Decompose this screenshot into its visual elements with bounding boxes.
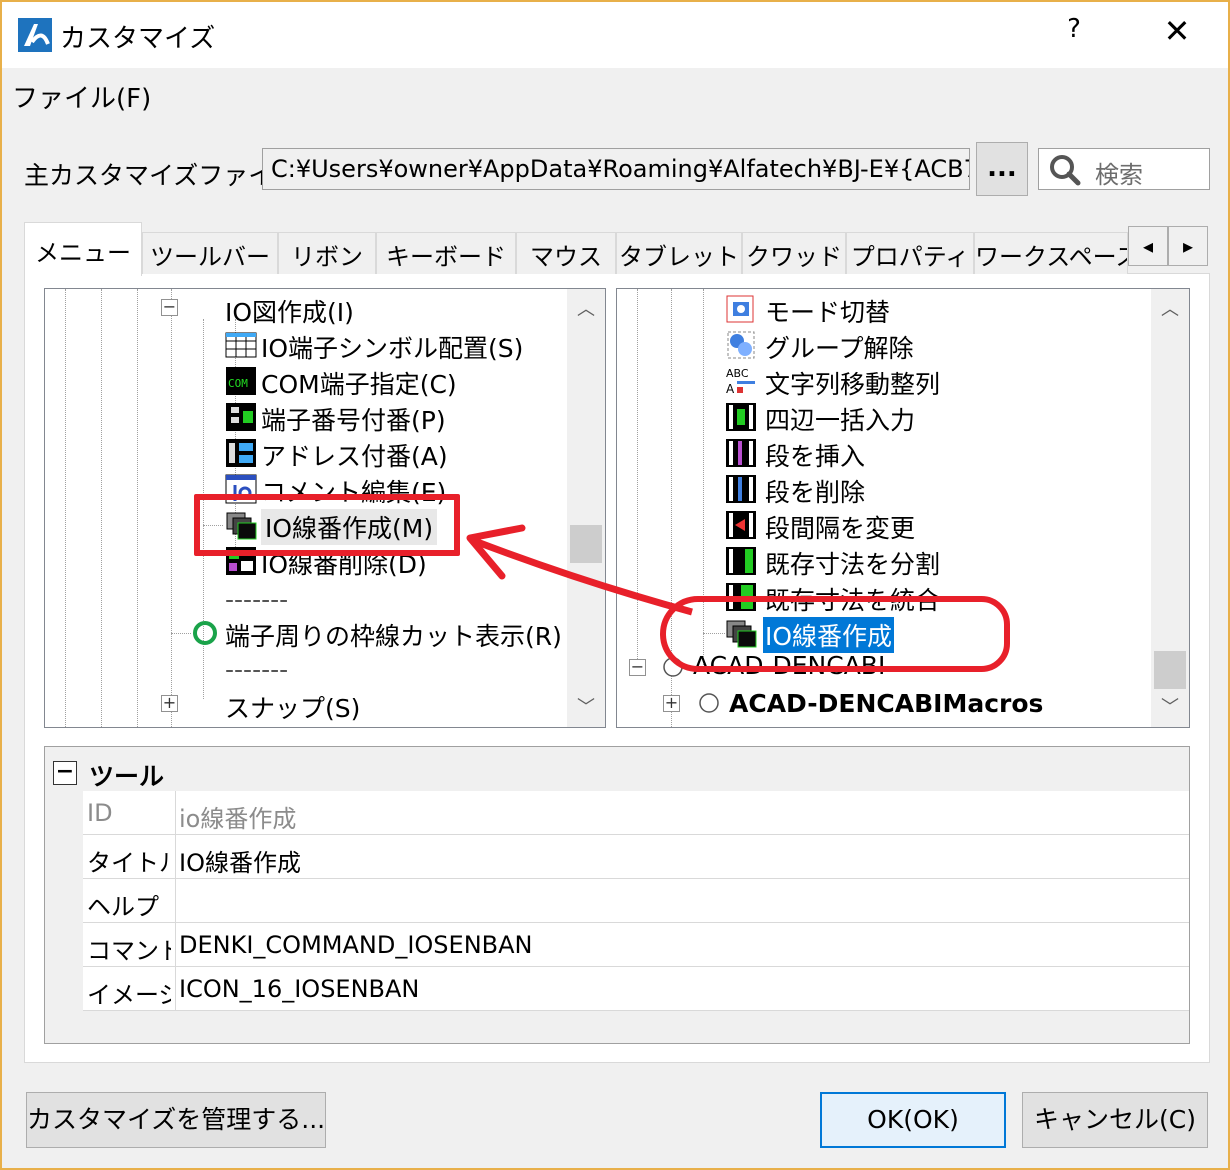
search-input[interactable]: 検索 <box>1038 148 1210 190</box>
property-name: イメージ <box>87 981 171 1009</box>
tab-strip: メニュー ツールバー リボン キーボード マウス タブレット クワッド プロパテ… <box>24 222 1210 276</box>
property-name: コマンド <box>87 937 171 965</box>
tab-tablet[interactable]: タブレット <box>616 232 742 274</box>
main-file-path-field[interactable]: C:¥Users¥owner¥AppData¥Roaming¥Alfatech¥… <box>262 148 970 190</box>
command-delete-row[interactable]: 段を削除 <box>765 473 865 509</box>
radio-icon <box>697 691 721 715</box>
ok-button[interactable]: OK(OK) <box>820 1092 1006 1148</box>
property-row-title[interactable]: タイトル IO線番作成 <box>83 835 1189 879</box>
help-button[interactable]: ? <box>1056 14 1092 54</box>
tree-item-terminal-numbering[interactable]: 端子番号付番(P) <box>261 401 446 437</box>
property-value: io線番作成 <box>179 805 297 833</box>
scroll-up-icon[interactable]: ︿ <box>567 291 605 329</box>
tree-item-snap[interactable]: スナップ(S) <box>225 689 360 725</box>
tab-toolbar[interactable]: ツールバー <box>142 232 278 274</box>
property-value[interactable]: DENKI_COMMAND_IOSENBAN <box>179 931 532 959</box>
properties-section-title: ツール <box>89 762 165 791</box>
four-side-input-icon <box>725 401 757 433</box>
tree-item-acad-dencabi-macros[interactable]: ACAD-DENCABIMacros <box>729 689 1043 718</box>
tab-menu[interactable]: メニュー <box>24 222 142 276</box>
title-bar: カスタマイズ ? ✕ <box>2 2 1228 68</box>
search-placeholder: 検索 <box>1095 161 1143 189</box>
app-logo-icon <box>18 18 52 52</box>
insert-row-icon <box>725 437 757 469</box>
command-row-spacing[interactable]: 段間隔を変更 <box>765 509 915 545</box>
tree-item-address-numbering[interactable]: アドレス付番(A) <box>261 437 448 473</box>
ungroup-icon <box>725 329 757 361</box>
manage-customize-button[interactable]: カスタマイズを管理する... <box>26 1092 326 1148</box>
property-value[interactable]: ICON_16_IOSENBAN <box>179 975 419 1003</box>
ring-icon <box>189 617 221 649</box>
tab-scroll-right-icon[interactable]: ▸ <box>1168 226 1208 266</box>
annotation-arrow-icon <box>466 524 693 616</box>
delete-row-icon <box>725 473 757 505</box>
tab-ribbon[interactable]: リボン <box>278 232 376 274</box>
property-row-id: ID io線番作成 <box>83 791 1189 835</box>
property-name: タイトル <box>87 849 171 877</box>
text-align-icon: ABC A <box>725 365 757 397</box>
command-insert-row[interactable]: 段を挿入 <box>765 437 865 473</box>
command-text-align[interactable]: 文字列移動整列 <box>765 365 940 401</box>
address-numbering-icon <box>225 437 257 469</box>
tab-mouse[interactable]: マウス <box>516 232 616 274</box>
tree-expand-snap-icon[interactable]: + <box>161 695 178 712</box>
tree-item-com-terminal[interactable]: COM端子指定(C) <box>261 365 457 401</box>
menu-file[interactable]: ファイル(F) <box>12 78 151 115</box>
tree-separator: ------- <box>225 585 289 614</box>
property-row-help[interactable]: ヘルプ <box>83 879 1189 923</box>
scroll-down-icon[interactable]: ﹀ <box>567 689 605 727</box>
property-row-command[interactable]: コマンド DENKI_COMMAND_IOSENBAN <box>83 923 1189 967</box>
svg-text:A: A <box>726 382 735 396</box>
tab-workspace[interactable]: ワークスペース <box>974 232 1128 274</box>
properties-panel: − ツール ID io線番作成 タイトル IO線番作成 ヘルプ コマンド DEN… <box>44 746 1190 1044</box>
property-row-image[interactable]: イメージ ICON_16_IOSENBAN <box>83 967 1189 1011</box>
com-terminal-icon: COM <box>225 365 257 397</box>
customize-dialog: カスタマイズ ? ✕ ファイル(F) 主カスタマイズファイル: C:¥Users… <box>0 0 1230 1170</box>
right-tree-scrollbar[interactable]: ︿ ﹀ <box>1151 289 1189 727</box>
io-terminal-symbol-icon <box>225 329 257 361</box>
property-name: ヘルプ <box>87 893 159 921</box>
window-title: カスタマイズ <box>60 24 216 54</box>
svg-text:ABC: ABC <box>726 367 749 380</box>
tree-item-io-terminal-symbol[interactable]: IO端子シンボル配置(S) <box>261 329 523 365</box>
tree-collapse-dencabi-icon[interactable]: − <box>629 659 646 676</box>
highlight-box-right <box>660 596 1010 672</box>
mode-switch-icon <box>725 293 757 325</box>
highlight-box-left <box>194 494 460 556</box>
tab-scroll-left-icon[interactable]: ◂ <box>1128 226 1168 266</box>
close-button[interactable]: ✕ <box>1154 12 1200 56</box>
scroll-thumb[interactable] <box>1154 651 1186 689</box>
tree-expand-macros-icon[interactable]: + <box>663 695 680 712</box>
command-four-side-input[interactable]: 四辺一括入力 <box>765 401 915 437</box>
property-name: ID <box>87 799 113 827</box>
scroll-down-icon[interactable]: ﹀ <box>1151 689 1189 727</box>
tree-collapse-io-icon[interactable]: − <box>161 299 178 316</box>
command-ungroup[interactable]: グループ解除 <box>765 329 914 365</box>
svg-text:COM: COM <box>228 377 248 390</box>
scroll-up-icon[interactable]: ︿ <box>1151 291 1189 329</box>
command-split-dimension[interactable]: 既存寸法を分割 <box>765 545 940 581</box>
browse-button[interactable]: ... <box>976 142 1028 196</box>
collapse-icon[interactable]: − <box>53 761 77 785</box>
split-dimension-icon <box>725 545 757 577</box>
search-icon <box>1049 154 1081 192</box>
tree-separator: ------- <box>225 655 289 684</box>
property-value[interactable]: IO線番作成 <box>179 843 301 878</box>
tab-properties[interactable]: プロパティ <box>846 232 974 274</box>
tab-quad[interactable]: クワッド <box>742 232 846 274</box>
menu-bar: ファイル(F) <box>2 68 1228 118</box>
tab-keyboard[interactable]: キーボード <box>376 232 516 274</box>
cancel-button[interactable]: キャンセル(C) <box>1022 1092 1208 1148</box>
tree-item-io-group[interactable]: IO図作成(I) <box>225 293 354 329</box>
command-mode-switch[interactable]: モード切替 <box>765 293 890 329</box>
terminal-numbering-icon <box>225 401 257 433</box>
row-spacing-icon <box>725 509 757 541</box>
